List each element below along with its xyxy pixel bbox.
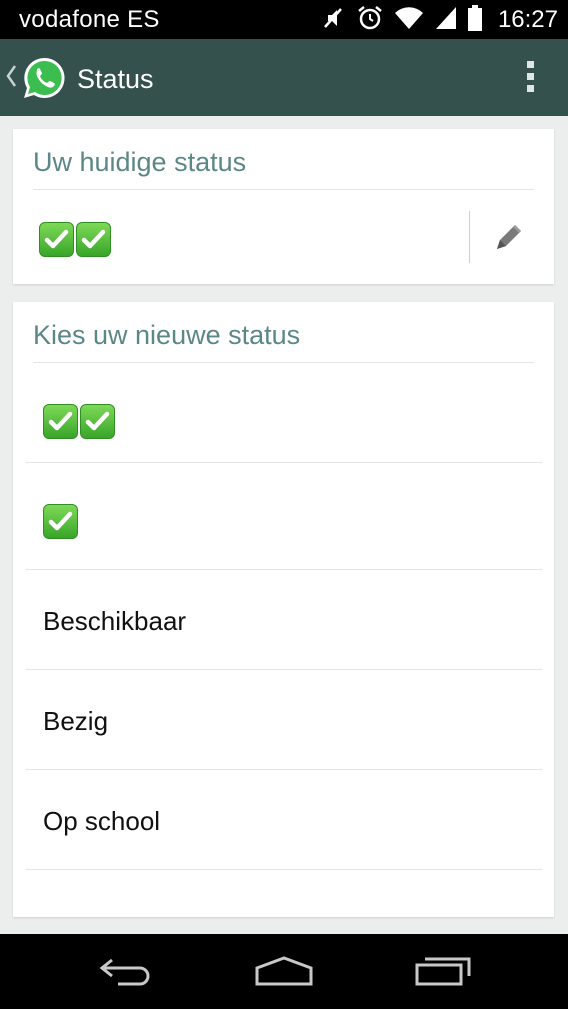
white-heavy-check-mark-icon — [76, 222, 111, 257]
action-bar: Status — [0, 39, 568, 116]
divider — [469, 211, 470, 263]
status-bar: vodafone ES 16:27 — [0, 0, 568, 39]
carrier-name: vodafone ES — [19, 6, 160, 33]
whatsapp-logo-icon[interactable] — [21, 55, 67, 106]
recent-apps-icon[interactable] — [414, 954, 472, 993]
status-option-emoji — [43, 504, 80, 539]
home-icon[interactable] — [254, 954, 314, 993]
status-option[interactable]: Bezig — [26, 670, 542, 770]
divider — [33, 189, 534, 190]
status-option-label: Bezig — [43, 706, 109, 736]
status-list: Beschikbaar Bezig Op school — [26, 363, 542, 870]
status-option-label: Op school — [43, 806, 161, 836]
mute-icon — [320, 5, 346, 36]
white-heavy-check-mark-icon — [43, 504, 78, 539]
status-icons: 16:27 — [320, 4, 558, 37]
status-option-label: Beschikbaar — [43, 606, 187, 636]
status-option-double-check[interactable] — [26, 363, 542, 463]
status-option[interactable]: Beschikbaar — [26, 570, 542, 670]
new-status-card: Kies uw nieuwe status Beschikbaar Bezig — [13, 302, 554, 917]
edit-status-button[interactable] — [487, 221, 527, 257]
signal-icon — [434, 5, 458, 36]
overflow-menu-icon[interactable] — [525, 61, 535, 95]
white-heavy-check-mark-icon — [39, 222, 74, 257]
current-status-card: Uw huidige status — [13, 129, 554, 284]
navigation-bar — [0, 934, 568, 1009]
white-heavy-check-mark-icon — [80, 404, 115, 439]
wifi-icon — [394, 5, 424, 36]
clock: 16:27 — [497, 6, 558, 33]
pencil-icon — [497, 225, 521, 249]
back-icon[interactable] — [98, 954, 154, 993]
back-chevron-icon[interactable] — [5, 63, 17, 94]
new-status-heading: Kies uw nieuwe status — [33, 320, 301, 350]
page-title: Status — [77, 64, 154, 94]
status-option-single-check[interactable] — [26, 463, 542, 570]
current-status-value[interactable] — [39, 222, 113, 257]
alarm-icon — [356, 4, 384, 37]
status-option[interactable]: Op school — [26, 770, 542, 870]
white-heavy-check-mark-icon — [43, 404, 78, 439]
battery-icon — [467, 4, 482, 36]
current-status-heading: Uw huidige status — [33, 147, 247, 177]
status-option-emoji — [43, 404, 117, 439]
